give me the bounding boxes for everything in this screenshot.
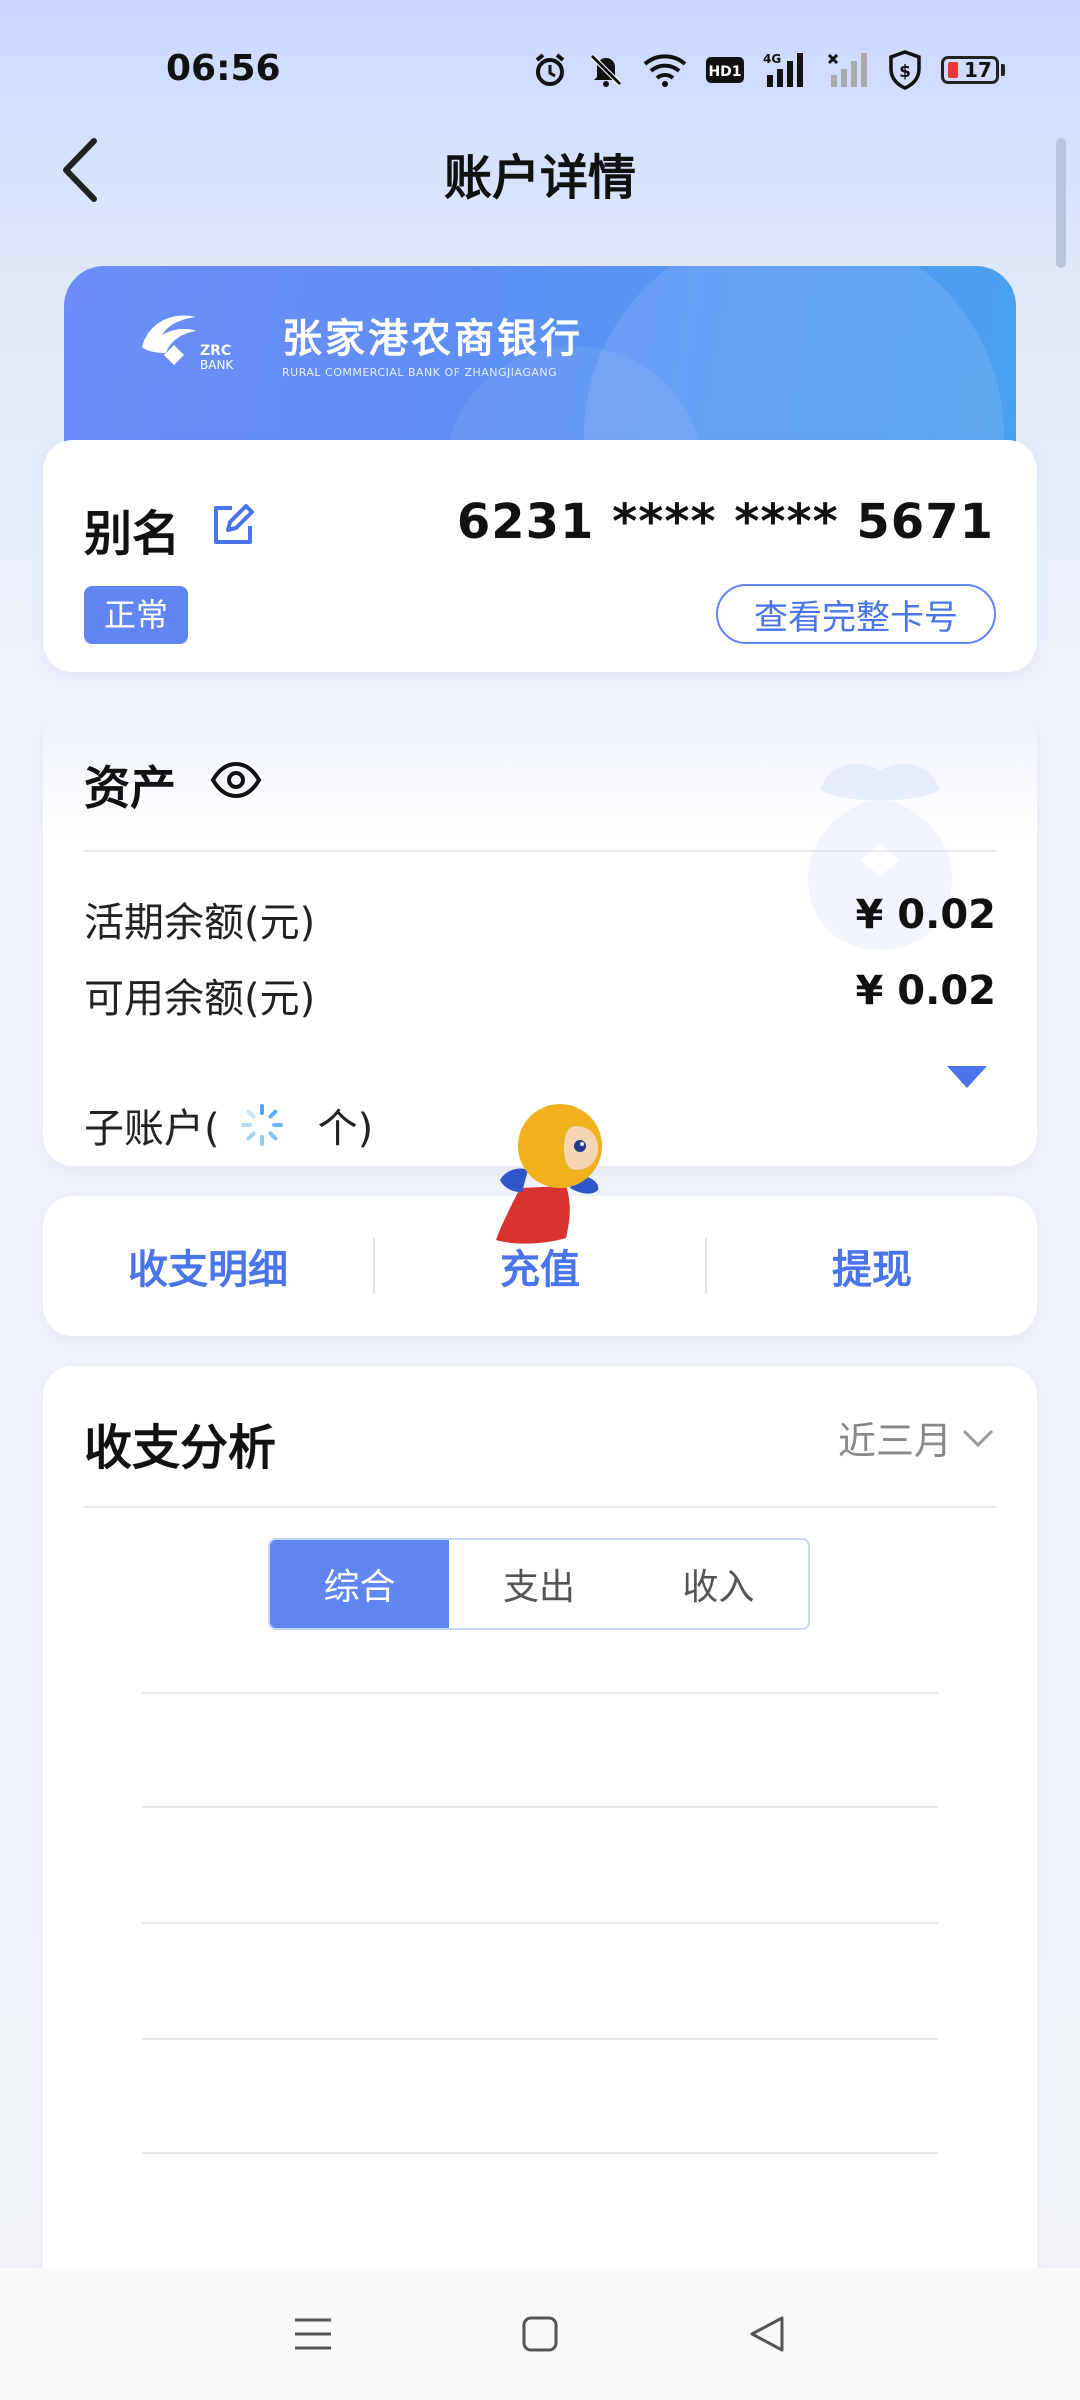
period-value: 近三月 — [837, 1419, 952, 1463]
coin-bag-decoration — [808, 764, 952, 950]
battery-level: 17 — [964, 58, 992, 82]
mute-icon — [590, 54, 622, 87]
system-nav-bar — [0, 2268, 1080, 2400]
bank-name-cn: 张家港农商银行 — [282, 316, 583, 362]
svg-text:HD1: HD1 — [708, 64, 741, 80]
chevron-down-icon — [962, 1429, 994, 1447]
signal-weak-icon — [827, 53, 867, 87]
status-time: 06:56 — [166, 48, 281, 89]
home-nav-button[interactable] — [510, 2304, 570, 2364]
menu-nav-button[interactable] — [283, 2304, 343, 2364]
analysis-panel — [43, 1366, 1037, 2400]
expand-assets-button[interactable] — [945, 1064, 989, 1090]
tab-expense[interactable]: 支出 — [449, 1540, 628, 1628]
period-select[interactable]: 近三月 — [838, 1410, 994, 1465]
logo-text-bank: BANK — [200, 358, 234, 372]
current-balance-value: ¥ 0.02 — [855, 892, 996, 938]
back-nav-button[interactable] — [737, 2304, 797, 2364]
edit-alias-button[interactable] — [210, 502, 256, 548]
logo-text-zrc: ZRC — [200, 343, 231, 359]
menu-icon — [295, 2318, 332, 2350]
status-icons: HD1 4G $ 17 — [531, 46, 1005, 94]
hd-icon: HD1 — [706, 57, 744, 83]
mascot-illustration — [496, 1104, 602, 1244]
shield-icon: $ — [889, 50, 921, 90]
scrollbar[interactable] — [1056, 138, 1066, 268]
analysis-title: 收支分析 — [84, 1420, 277, 1476]
svg-text:4G: 4G — [763, 52, 781, 66]
chart-gridline — [142, 2152, 938, 2154]
back-nav-icon — [750, 2316, 784, 2352]
zrc-logo-icon: ZRC BANK — [142, 314, 234, 372]
transactions-button[interactable]: 收支明细 — [43, 1237, 373, 1295]
tab-income[interactable]: 收入 — [629, 1540, 808, 1628]
expand-triangle-icon — [947, 1066, 987, 1088]
chart-gridline — [142, 1692, 938, 1694]
bank-name-en: RURAL COMMERCIAL BANK OF ZHANGJIAGANG — [282, 366, 558, 379]
loading-spinner-icon — [240, 1104, 283, 1146]
withdraw-button[interactable]: 提现 — [707, 1237, 1037, 1295]
chart-gridline — [142, 1806, 938, 1808]
sub-account-prefix: 子账户( — [84, 1106, 220, 1152]
analysis-divider — [84, 1506, 996, 1508]
chart-gridline — [142, 1922, 938, 1924]
svg-text:$: $ — [899, 62, 911, 82]
available-balance-value: ¥ 0.02 — [855, 968, 996, 1014]
assets-divider — [84, 850, 996, 852]
sub-account-row[interactable]: 子账户( 个) — [84, 1096, 373, 1154]
page-title: 账户详情 — [443, 150, 636, 206]
chart-gridline — [142, 2038, 938, 2040]
tab-combined[interactable]: 综合 — [270, 1540, 450, 1628]
toggle-visibility-button[interactable] — [210, 760, 262, 800]
current-balance-label: 活期余额(元) — [84, 900, 316, 946]
bank-logo: ZRC BANK 张家港农商银行 RURAL COMMERCIAL BANK O… — [134, 306, 583, 379]
bank-card: ZRC BANK 张家港农商银行 RURAL COMMERCIAL BANK O… — [64, 266, 1016, 466]
eye-icon — [210, 761, 262, 799]
sub-account-suffix: 个) — [317, 1106, 374, 1152]
assets-title: 资产 — [84, 761, 176, 815]
wifi-icon — [643, 54, 687, 87]
home-icon — [522, 2316, 558, 2352]
signal-4g-icon: 4G — [763, 52, 803, 87]
edit-icon — [214, 504, 254, 544]
card-number: 6231 **** **** 5671 — [456, 494, 994, 550]
alias-label: 别名 — [84, 506, 181, 562]
battery-indicator: 17 — [941, 56, 1005, 84]
status-badge: 正常 — [84, 586, 189, 644]
available-balance-label: 可用余额(元) — [84, 976, 316, 1022]
view-full-number-button[interactable]: 查看完整卡号 — [716, 584, 996, 644]
alarm-icon — [535, 53, 565, 86]
analysis-tabs: 综合 支出 收入 — [268, 1538, 810, 1630]
